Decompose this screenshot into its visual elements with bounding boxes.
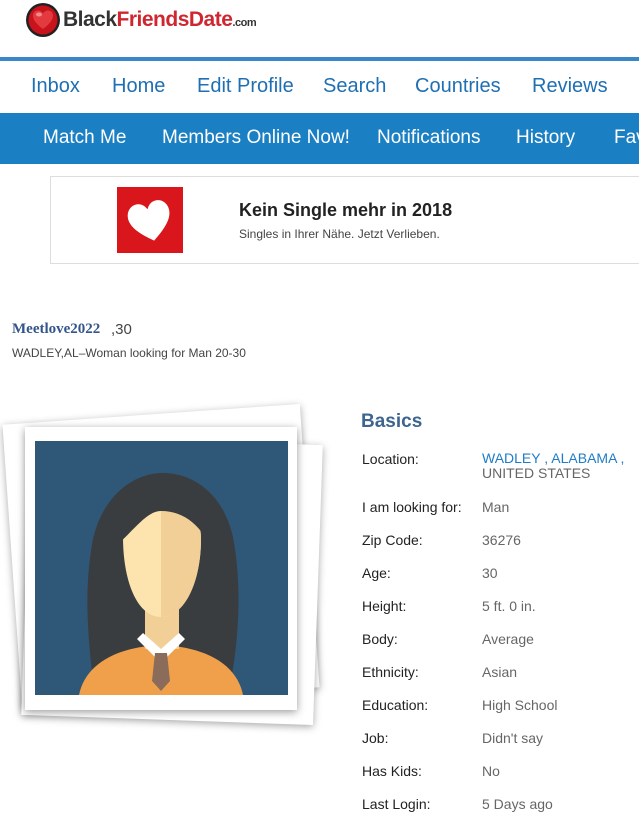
heart-logo-icon xyxy=(26,3,60,37)
detail-label: Zip Code: xyxy=(362,532,423,548)
detail-value: High School xyxy=(482,697,558,713)
location-state-link[interactable]: ALABAMA xyxy=(551,450,616,466)
detail-value: 36276 xyxy=(482,532,521,548)
site-logo[interactable]: BlackFriendsDate.com xyxy=(25,2,257,38)
profile-photo xyxy=(35,441,288,695)
detail-label: Body: xyxy=(362,631,398,647)
primary-nav: Inbox Home Edit Profile Search Countries… xyxy=(0,57,639,113)
location-label: Location: xyxy=(362,451,419,467)
location-city-link[interactable]: WADLEY xyxy=(482,450,540,466)
profile-age: ,30 xyxy=(111,321,132,338)
nav-favorites[interactable]: Fav xyxy=(614,127,639,149)
detail-label: Last Login: xyxy=(362,796,431,812)
detail-value: 5 ft. 0 in. xyxy=(482,598,536,614)
woman-avatar-icon xyxy=(35,441,288,695)
detail-value: Man xyxy=(482,499,510,515)
nav-home[interactable]: Home xyxy=(112,75,165,98)
nav-edit-profile[interactable]: Edit Profile xyxy=(197,75,294,98)
secondary-nav: Match Me Members Online Now! Notificatio… xyxy=(0,113,639,164)
nav-members-online[interactable]: Members Online Now! xyxy=(162,127,350,149)
location-country: UNITED STATES xyxy=(482,465,591,481)
detail-label: Height: xyxy=(362,598,407,614)
detail-label: Age: xyxy=(362,565,391,581)
detail-value: 5 Days ago xyxy=(482,796,553,812)
ad-banner[interactable]: Kein Single mehr in 2018 Singles in Ihre… xyxy=(50,176,639,264)
nav-search[interactable]: Search xyxy=(323,75,386,98)
profile-photo-frame[interactable] xyxy=(25,427,297,710)
nav-reviews[interactable]: Reviews xyxy=(532,75,608,98)
detail-label: Ethnicity: xyxy=(362,664,419,680)
location-value: WADLEY , ALABAMA , UNITED STATES xyxy=(482,451,624,481)
profile-summary: WADLEY,AL–Woman looking for Man 20-30 xyxy=(12,346,246,360)
location-separator: , xyxy=(616,450,625,466)
nav-match-me[interactable]: Match Me xyxy=(43,127,126,149)
ad-subtitle: Singles in Ihrer Nähe. Jetzt Verlieben. xyxy=(239,227,440,241)
detail-label: Job: xyxy=(362,730,389,746)
basics-heading: Basics xyxy=(361,411,423,432)
profile-username[interactable]: Meetlove2022 xyxy=(12,321,100,338)
location-separator: , xyxy=(540,450,552,466)
detail-value: Didn't say xyxy=(482,730,544,746)
detail-value: No xyxy=(482,763,500,779)
detail-label: Education: xyxy=(362,697,429,713)
detail-label: Has Kids: xyxy=(362,763,422,779)
nav-countries[interactable]: Countries xyxy=(415,75,501,98)
detail-value: Average xyxy=(482,631,534,647)
site-name: BlackFriendsDate.com xyxy=(63,8,257,31)
detail-value: Asian xyxy=(482,664,518,680)
detail-label: I am looking for: xyxy=(362,499,462,515)
nav-inbox[interactable]: Inbox xyxy=(31,75,80,98)
ad-heart-icon xyxy=(117,187,183,253)
nav-notifications[interactable]: Notifications xyxy=(377,127,481,149)
detail-value: 30 xyxy=(482,565,498,581)
ad-title: Kein Single mehr in 2018 xyxy=(239,200,453,220)
nav-history[interactable]: History xyxy=(516,127,575,149)
